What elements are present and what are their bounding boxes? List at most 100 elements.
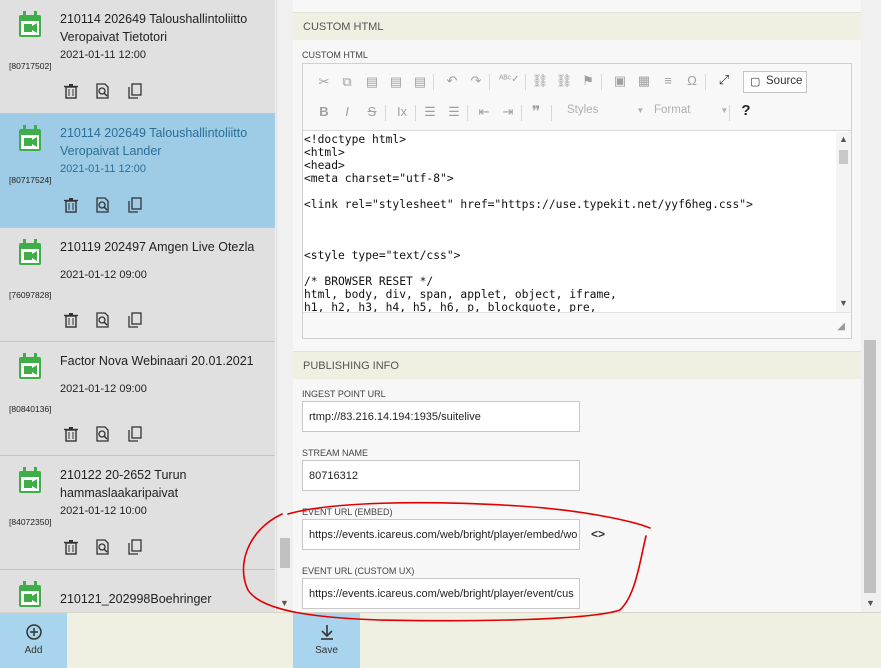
paste-text-icon[interactable]: ▤: [387, 74, 405, 90]
calendar-video-icon: [19, 239, 41, 265]
copy-icon[interactable]: [127, 83, 143, 99]
table-icon[interactable]: ▦: [635, 73, 653, 89]
styles-combo[interactable]: Styles ▼: [567, 104, 644, 116]
event-list-item[interactable]: 210119 202497 Amgen Live Otezla [7609782…: [0, 228, 275, 342]
source-button[interactable]: ▢ Source: [743, 71, 807, 93]
event-list-scrollbar[interactable]: ▼: [276, 0, 292, 612]
strikethrough-icon[interactable]: S: [363, 104, 381, 119]
help-icon[interactable]: ?: [737, 102, 755, 119]
special-char-icon[interactable]: Ω: [683, 73, 701, 88]
copy-icon[interactable]: [127, 197, 143, 213]
copy-icon[interactable]: [127, 539, 143, 555]
event-date: 2021-01-11 12:00: [60, 49, 147, 61]
preview-icon[interactable]: [95, 83, 111, 99]
save-button-label: Save: [315, 645, 338, 656]
scrollbar-thumb[interactable]: [839, 150, 848, 164]
scroll-down-arrow-icon[interactable]: ▼: [839, 298, 848, 308]
outdent-icon[interactable]: ⇤: [475, 104, 493, 120]
event-code: [84072350]: [9, 517, 52, 527]
form-scrollbar[interactable]: ▼: [861, 0, 879, 612]
add-button[interactable]: Add: [0, 613, 67, 668]
html-source-textarea[interactable]: <!doctype html> <html> <head> <meta charset…: [303, 132, 835, 312]
event-title: 210121_202998Boehringer: [60, 592, 212, 606]
image-icon[interactable]: ▣: [611, 73, 629, 89]
event-title: 210122 20-2652 Turun hammaslaakaripaivat: [60, 468, 187, 500]
cut-icon[interactable]: ✂: [315, 74, 333, 90]
scrollbar-thumb[interactable]: [864, 340, 876, 593]
publishing-info-section-title: PUBLISHING INFO: [293, 351, 861, 379]
save-button[interactable]: Save: [293, 613, 360, 668]
resize-handle-icon[interactable]: ◢: [837, 321, 845, 332]
source-code-line: <head>: [304, 158, 345, 172]
event-date: 2021-01-12 09:00: [60, 383, 147, 395]
bulleted-list-icon[interactable]: ☰: [445, 104, 463, 120]
delete-icon[interactable]: [63, 426, 79, 442]
delete-icon[interactable]: [63, 197, 79, 213]
source-icon: ▢: [750, 76, 761, 88]
source-code-line: <link rel="stylesheet" href="https://use…: [304, 197, 753, 211]
copy-icon[interactable]: ⧉: [338, 74, 356, 90]
add-button-label: Add: [24, 645, 43, 656]
source-code-line: <meta charset="utf-8">: [304, 171, 454, 185]
event-url-custom-ux-input[interactable]: https://events.icareus.com/web/bright/pl…: [302, 578, 580, 609]
ingest-point-url-label: INGEST POINT URL: [302, 389, 386, 399]
calendar-video-icon: [19, 11, 41, 37]
scroll-down-arrow-icon[interactable]: ▼: [866, 598, 875, 608]
preview-icon[interactable]: [95, 312, 111, 328]
link-icon[interactable]: ⛓: [531, 73, 549, 89]
source-code-line: <!doctype html>: [304, 133, 407, 146]
italic-icon[interactable]: I: [338, 104, 356, 119]
spellcheck-icon[interactable]: ᴬᴮᶜ✓: [499, 74, 520, 85]
bold-icon[interactable]: B: [315, 104, 333, 119]
event-list-item[interactable]: Factor Nova Webinaari 20.01.2021 [808401…: [0, 342, 275, 456]
paste-word-icon[interactable]: ▤: [411, 74, 429, 90]
scrollbar-thumb[interactable]: [280, 538, 290, 568]
copy-icon[interactable]: [127, 426, 143, 442]
horizontal-line-icon[interactable]: ≡: [659, 73, 677, 88]
copy-icon[interactable]: [127, 312, 143, 328]
source-button-label: Source: [766, 75, 803, 87]
redo-icon[interactable]: ↷: [467, 73, 485, 89]
custom-html-section-title: CUSTOM HTML: [293, 12, 861, 40]
event-title: 210114 202649 Taloushallintoliitto Verop…: [60, 12, 248, 44]
indent-icon[interactable]: ⇥: [499, 104, 517, 120]
preview-icon[interactable]: [95, 197, 111, 213]
source-code-line: <html>: [304, 145, 345, 159]
delete-icon[interactable]: [63, 539, 79, 555]
source-code-line: <style type="text/css">: [304, 249, 461, 263]
paste-icon[interactable]: ▤: [363, 74, 381, 90]
source-scrollbar[interactable]: ▲ ▼: [836, 132, 851, 312]
stream-name-input[interactable]: 80716312: [302, 460, 580, 491]
scroll-down-arrow-icon[interactable]: ▼: [280, 598, 289, 608]
delete-icon[interactable]: [63, 83, 79, 99]
event-list-item[interactable]: 210114 202649 Taloushallintoliitto Verop…: [0, 0, 275, 114]
event-list-item[interactable]: 210122 20-2652 Turun hammaslaakaripaivat…: [0, 456, 275, 570]
calendar-video-icon: [19, 467, 41, 493]
editor-resize-bar: ◢: [303, 312, 851, 338]
delete-icon[interactable]: [63, 312, 79, 328]
event-title: Factor Nova Webinaari 20.01.2021: [60, 354, 254, 368]
format-combo[interactable]: Format ▼: [654, 104, 728, 116]
anchor-flag-icon[interactable]: ⚑: [579, 73, 597, 89]
event-list-item[interactable]: 210121_202998Boehringer: [0, 570, 275, 612]
calendar-video-icon: [19, 125, 41, 151]
numbered-list-icon[interactable]: ☰: [421, 104, 439, 120]
maximize-icon[interactable]: ⤢: [715, 72, 733, 88]
event-code: [80840136]: [9, 404, 52, 414]
preview-icon[interactable]: [95, 426, 111, 442]
editor-toolbar: ✂ ⧉ ▤ ▤ ▤ ↶ ↷ ᴬᴮᶜ✓ ⛓ ⛓ ⚑ ▣ ▦ ≡ Ω ⤢ ▢ Sou…: [303, 64, 851, 131]
preview-icon[interactable]: [95, 539, 111, 555]
calendar-video-icon: [19, 581, 41, 607]
undo-icon[interactable]: ↶: [443, 73, 461, 89]
event-list-item-selected[interactable]: 210114 202649 Taloushallintoliitto Verop…: [0, 114, 275, 228]
blockquote-icon[interactable]: ❞: [527, 102, 545, 122]
embed-code-icon[interactable]: <>: [591, 527, 605, 541]
bottom-action-bar: Add Save: [0, 612, 881, 668]
event-url-embed-input[interactable]: https://events.icareus.com/web/bright/pl…: [302, 519, 580, 550]
rich-text-editor[interactable]: ✂ ⧉ ▤ ▤ ▤ ↶ ↷ ᴬᴮᶜ✓ ⛓ ⛓ ⚑ ▣ ▦ ≡ Ω ⤢ ▢ Sou…: [302, 63, 852, 339]
remove-format-icon[interactable]: Ix: [393, 104, 411, 119]
download-arrow-icon: [320, 625, 333, 640]
ingest-point-url-input[interactable]: rtmp://83.216.14.194:1935/suitelive: [302, 401, 580, 432]
scroll-up-arrow-icon[interactable]: ▲: [839, 134, 848, 144]
unlink-icon[interactable]: ⛓: [555, 73, 573, 89]
